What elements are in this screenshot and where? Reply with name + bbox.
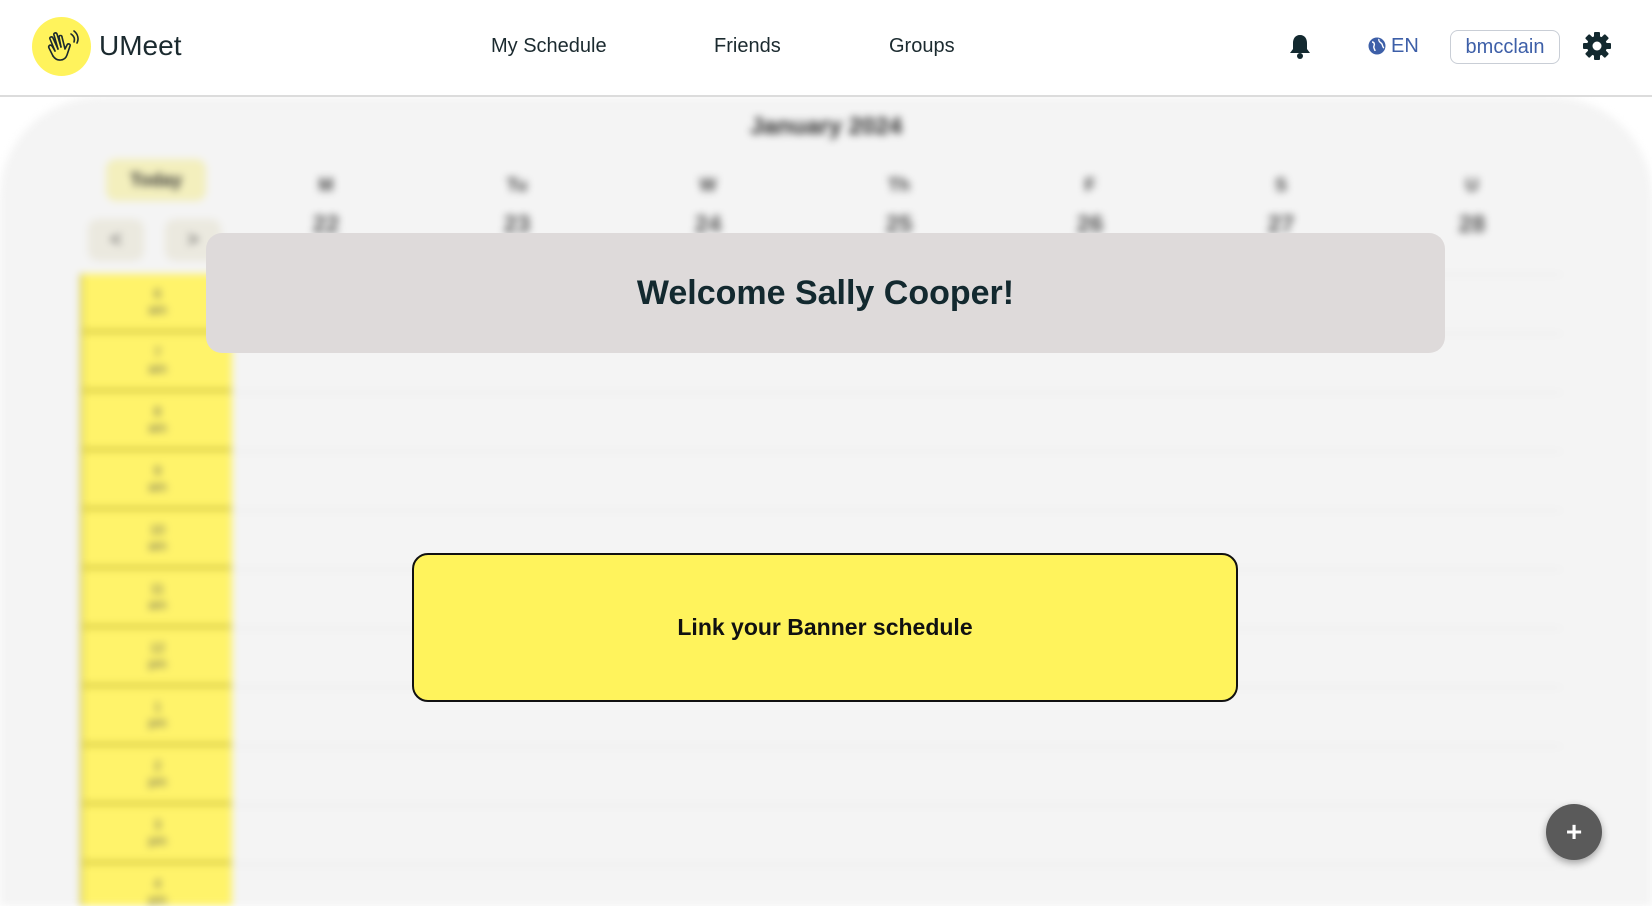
time-period: am [148, 479, 167, 494]
welcome-message: Welcome Sally Cooper! [636, 273, 1015, 312]
day-number: 28 [1458, 211, 1486, 238]
day-abbr: M [318, 175, 334, 195]
grid-line [232, 864, 1562, 865]
link-banner-label: Link your Banner schedule [677, 614, 973, 640]
calendar-background: January 2024 Today < > M Tu W Th F S U 2… [0, 97, 1652, 906]
time-slot: 8 am [83, 392, 232, 451]
time-period: am [148, 361, 167, 376]
settings-button[interactable] [1582, 31, 1612, 61]
time-period: pm [148, 715, 167, 730]
time-slot: 1 pm [83, 687, 232, 746]
time-hour: 4 [153, 876, 162, 891]
logo[interactable] [32, 17, 91, 76]
grid-line [232, 451, 1562, 452]
notifications-button[interactable] [1287, 33, 1313, 61]
time-period: pm [148, 774, 167, 789]
today-button[interactable]: Today [106, 159, 206, 201]
time-hour: 12 [150, 640, 165, 655]
time-period: am [148, 538, 167, 553]
day-abbr: Th [888, 175, 910, 195]
time-period: pm [148, 833, 167, 848]
time-slot: 4 pm [83, 864, 232, 906]
time-hour: 7 [153, 345, 162, 360]
time-slot: 2 pm [83, 746, 232, 805]
time-slot: 12 pm [83, 628, 232, 687]
time-hour: 11 [150, 581, 165, 596]
link-banner-schedule-button[interactable]: Link your Banner schedule [412, 553, 1238, 702]
top-navbar: UMeet My Schedule Friends Groups EN bmcc… [0, 0, 1652, 97]
brand-name[interactable]: UMeet [99, 28, 181, 64]
time-hour: 3 [153, 817, 162, 832]
day-abbr: W [699, 175, 717, 195]
day-abbr: F [1084, 175, 1096, 195]
language-label: EN [1391, 35, 1419, 57]
time-column: 6 am 7 am 8 am 9 am 10 am 11 am 12 pm 1 pm 2 pm 3… [80, 274, 232, 906]
time-hour: 10 [150, 522, 165, 537]
day-abbr: U [1465, 175, 1479, 195]
grid-line [232, 392, 1562, 393]
plus-icon: + [1565, 816, 1583, 847]
time-slot: 3 pm [83, 805, 232, 864]
welcome-banner: Welcome Sally Cooper! [206, 233, 1445, 353]
bell-icon [1290, 35, 1310, 59]
grid-line [232, 805, 1562, 806]
nav-friends[interactable]: Friends [714, 33, 781, 59]
waving-hand-icon [47, 29, 79, 61]
prev-week-button[interactable]: < [88, 219, 144, 261]
time-hour: 2 [153, 758, 162, 773]
time-period: pm [148, 656, 167, 671]
time-slot: 9 am [83, 451, 232, 510]
time-slot: 11 am [83, 569, 232, 628]
time-period: am [148, 597, 167, 612]
gear-icon [1583, 32, 1611, 60]
user-menu-button[interactable]: bmcclain [1450, 30, 1560, 64]
nav-groups[interactable]: Groups [889, 33, 955, 59]
time-hour: 9 [153, 463, 162, 478]
month-title: January 2024 [749, 113, 903, 140]
time-period: am [148, 302, 167, 317]
day-abbr: Tu [506, 175, 528, 195]
time-period: pm [148, 892, 167, 906]
time-hour: 8 [153, 404, 162, 419]
grid-line [232, 746, 1562, 747]
language-selector[interactable]: EN [1368, 33, 1419, 59]
grid-line [232, 510, 1562, 511]
day-abbr: S [1274, 175, 1287, 195]
time-period: am [148, 420, 167, 435]
time-slot: 10 am [83, 510, 232, 569]
time-hour: 1 [153, 699, 162, 714]
globe-icon [1368, 37, 1386, 55]
nav-my-schedule[interactable]: My Schedule [491, 33, 607, 59]
add-event-button[interactable]: + [1546, 804, 1602, 860]
time-hour: 6 [153, 286, 162, 301]
